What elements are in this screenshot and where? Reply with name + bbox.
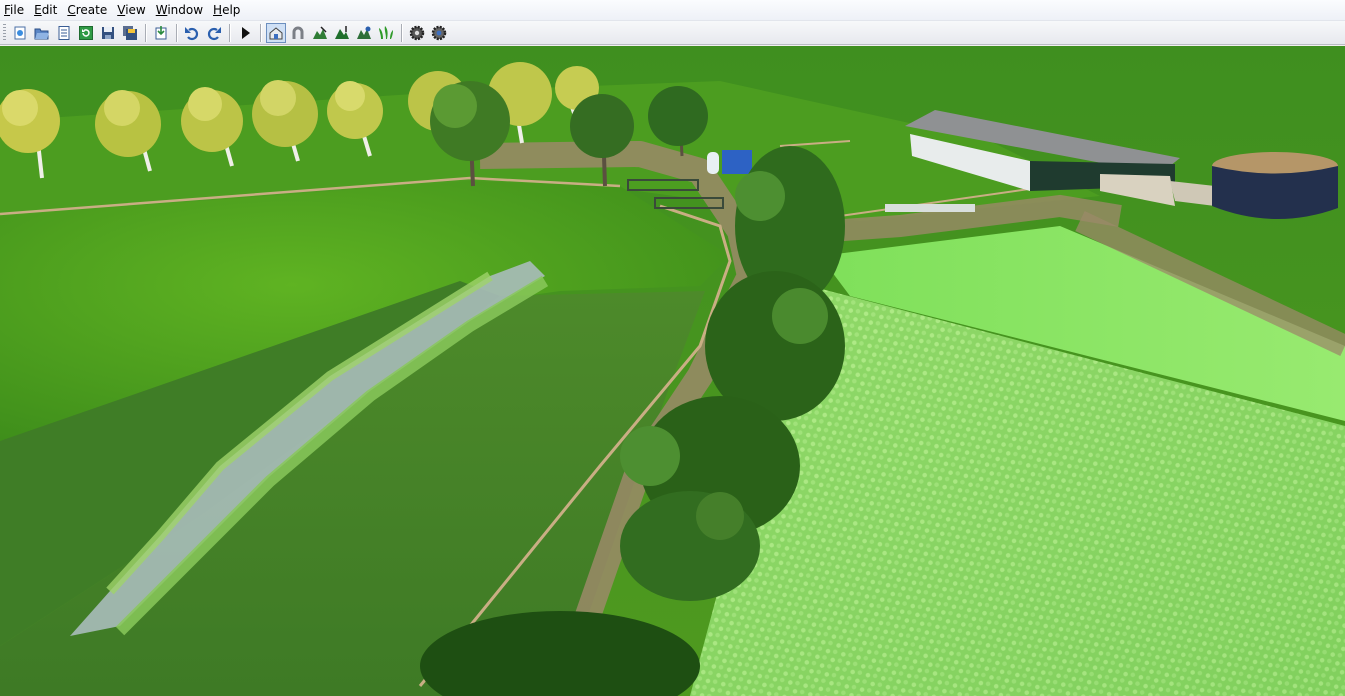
terrain-paint-button[interactable]	[310, 23, 330, 43]
settings-alt-icon	[431, 25, 447, 40]
foliage-paint-icon	[379, 25, 393, 39]
toolbar	[0, 21, 1345, 45]
toolbar-grip[interactable]	[3, 23, 6, 42]
terrain-paint-icon	[313, 25, 327, 39]
new-icon	[14, 26, 26, 39]
3d-viewport[interactable]	[0, 46, 1345, 696]
hedge-highlight	[620, 426, 680, 486]
menu-window[interactable]: Window	[151, 0, 208, 20]
toolbar-separator	[145, 23, 146, 42]
hedge-highlight	[772, 288, 828, 344]
trough	[885, 204, 975, 212]
new-button[interactable]	[10, 23, 30, 43]
menu-bar: File Edit Create View Window Help	[0, 0, 1345, 21]
play-icon	[242, 26, 250, 39]
blue-container	[722, 150, 752, 174]
select-object-button[interactable]	[266, 22, 286, 43]
open-button[interactable]	[32, 23, 52, 43]
water-tank	[707, 152, 719, 174]
terrain-smooth-button[interactable]	[354, 23, 374, 43]
redo-button[interactable]	[204, 23, 224, 43]
hedge-highlight	[696, 492, 744, 540]
menu-edit[interactable]: Edit	[29, 0, 62, 20]
import-icon	[155, 25, 167, 39]
terrain-smooth-icon	[357, 26, 371, 39]
magnet-icon	[292, 26, 304, 39]
hedge-highlight	[735, 171, 785, 221]
toolbar-separator	[401, 23, 402, 42]
import-button[interactable]	[151, 23, 171, 43]
menu-create[interactable]: Create	[62, 0, 112, 20]
save-all-icon	[123, 25, 137, 40]
magnet-button[interactable]	[288, 23, 308, 43]
redo-icon	[207, 26, 221, 40]
foliage-paint-button[interactable]	[376, 23, 396, 43]
refresh-button[interactable]	[76, 23, 96, 43]
toolbar-separator	[229, 23, 230, 42]
silo	[1212, 166, 1338, 220]
undo-icon	[185, 26, 199, 40]
terrain-height-icon	[335, 25, 349, 39]
menu-help[interactable]: Help	[208, 0, 245, 20]
properties-button[interactable]	[54, 23, 74, 43]
refresh-icon	[79, 25, 93, 40]
save-button[interactable]	[98, 23, 118, 43]
menu-file[interactable]: File	[0, 0, 29, 20]
scene	[0, 46, 1345, 696]
select-object-icon	[269, 26, 283, 39]
toolbar-separator	[176, 23, 177, 42]
save-icon	[102, 26, 114, 39]
undo-button[interactable]	[182, 23, 202, 43]
play-button[interactable]	[235, 23, 255, 43]
settings-alt-button[interactable]	[429, 23, 449, 43]
open-icon	[34, 28, 49, 39]
settings-icon	[409, 25, 425, 40]
menu-view[interactable]: View	[112, 0, 150, 20]
properties-icon	[58, 25, 70, 40]
terrain-height-button[interactable]	[332, 23, 352, 43]
save-all-button[interactable]	[120, 23, 140, 43]
settings-button[interactable]	[407, 23, 427, 43]
toolbar-separator	[260, 23, 261, 42]
